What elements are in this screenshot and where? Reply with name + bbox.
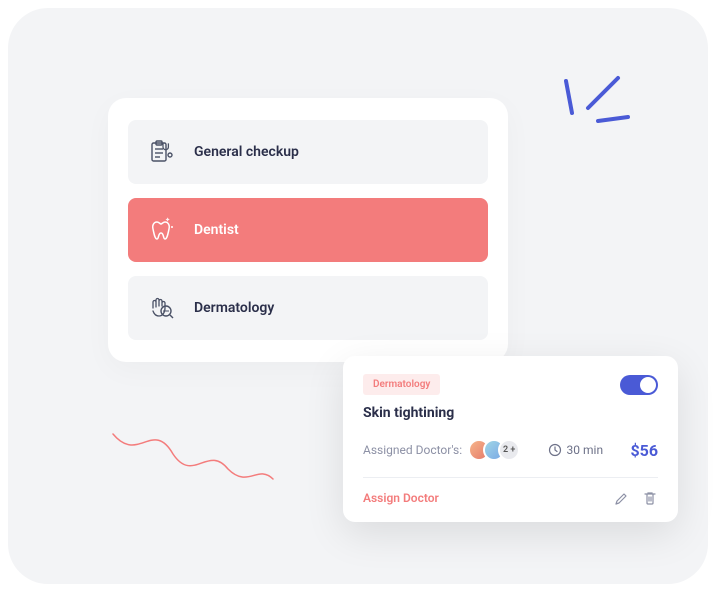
category-item-label: General checkup	[194, 144, 299, 160]
assign-doctor-link[interactable]: Assign Doctor	[363, 491, 439, 505]
service-title: Skin tightining	[363, 405, 658, 421]
service-duration: 30 min	[548, 443, 604, 457]
category-item-label: Dentist	[194, 222, 239, 238]
decorative-blue-accent	[558, 73, 638, 133]
app-canvas: General checkup Dentist D	[8, 8, 708, 584]
tooth-sparkle-icon	[148, 216, 176, 244]
category-item-label: Dermatology	[194, 300, 274, 316]
doctor-avatar-more[interactable]: 2 +	[498, 439, 520, 461]
clock-icon	[548, 443, 562, 457]
service-price: $56	[630, 441, 658, 460]
service-detail-card: Dermatology Skin tightining Assigned Doc…	[343, 356, 678, 522]
category-item-general-checkup[interactable]: General checkup	[128, 120, 488, 184]
service-active-toggle[interactable]	[620, 375, 658, 395]
duration-text: 30 min	[567, 443, 604, 457]
category-badge: Dermatology	[363, 374, 440, 395]
category-item-dermatology[interactable]: Dermatology	[128, 276, 488, 340]
category-list-card: General checkup Dentist D	[108, 98, 508, 362]
divider	[363, 477, 658, 478]
decorative-red-squiggle	[108, 424, 278, 494]
category-item-dentist[interactable]: Dentist	[128, 198, 488, 262]
edit-icon[interactable]	[614, 490, 630, 506]
assigned-doctors: Assigned Doctor's: 2 +	[363, 439, 520, 461]
delete-icon[interactable]	[642, 490, 658, 506]
clipboard-stethoscope-icon	[148, 138, 176, 166]
hand-magnifier-icon	[148, 294, 176, 322]
assigned-doctors-label: Assigned Doctor's:	[363, 443, 462, 457]
